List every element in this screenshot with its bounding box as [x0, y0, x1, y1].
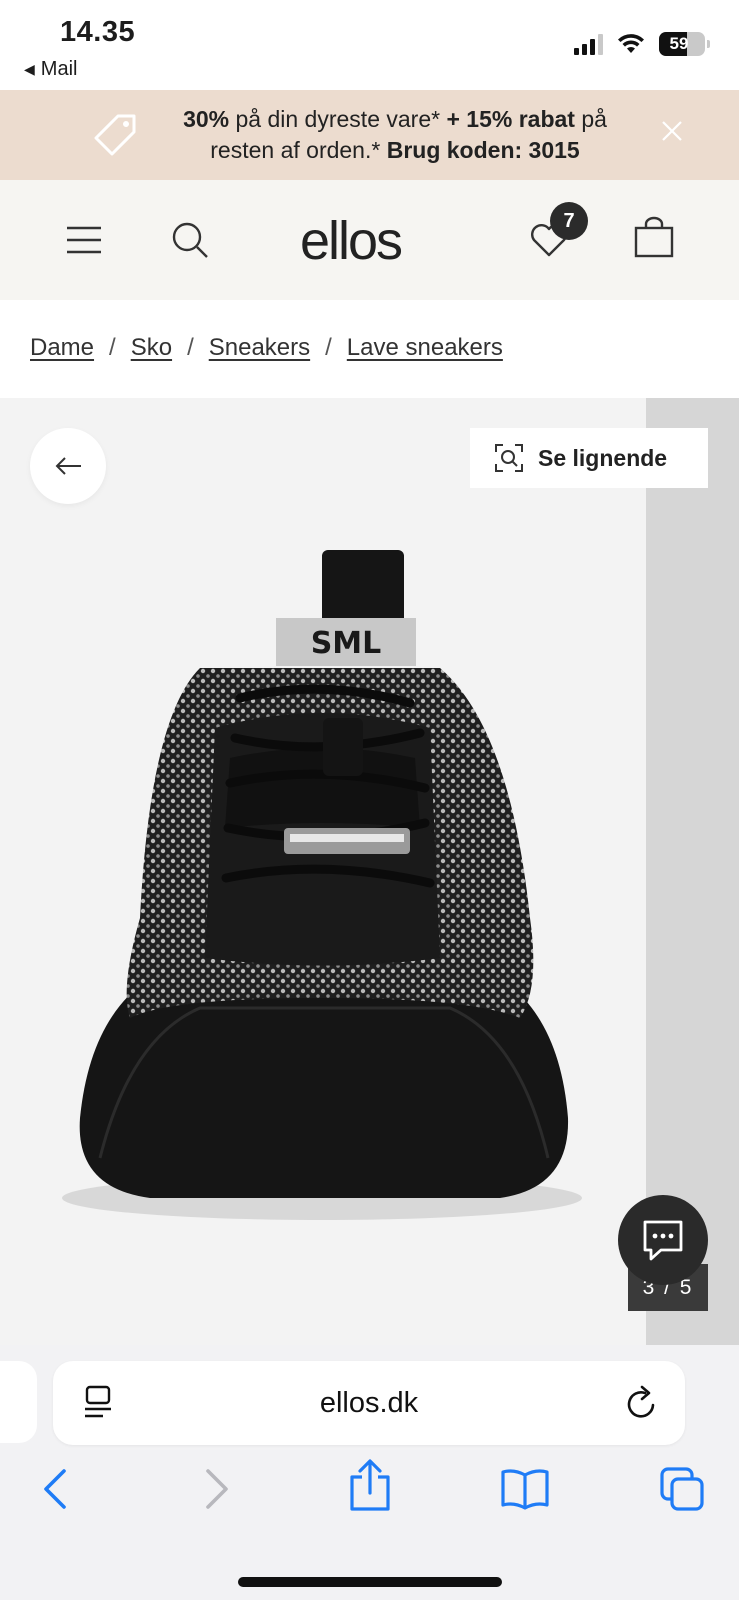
promo-discount-2: + 15% rabat: [440, 106, 575, 132]
breadcrumb-link-lave-sneakers[interactable]: Lave sneakers: [347, 334, 503, 362]
promo-text-1: på din dyreste vare*: [229, 106, 441, 132]
back-icon[interactable]: [40, 1467, 72, 1511]
promo-discount-1: 30%: [183, 106, 230, 132]
breadcrumb-link-sko[interactable]: Sko: [131, 334, 172, 362]
cellular-signal-icon: [574, 33, 603, 55]
svg-text:SML: SML: [311, 626, 382, 661]
status-time: 14.35: [60, 16, 136, 48]
browser-nav-row: [0, 1459, 739, 1527]
site-header: ellos 7: [0, 180, 739, 300]
previous-tab-edge[interactable]: [0, 1361, 37, 1443]
chat-button[interactable]: [618, 1195, 708, 1285]
promo-banner[interactable]: 30% på din dyreste vare* + 15% rabat på …: [0, 90, 739, 180]
url-text: ellos.dk: [319, 1387, 419, 1419]
status-indicators: 59: [574, 32, 710, 56]
sneaker-image: SML: [62, 550, 582, 1220]
tabs-icon[interactable]: [660, 1467, 706, 1513]
share-icon[interactable]: [348, 1459, 392, 1511]
battery-level: 59: [669, 34, 689, 53]
ellos-logo[interactable]: ellos: [300, 210, 403, 272]
product-image[interactable]: SML: [0, 398, 646, 1345]
product-image-gallery[interactable]: SML Se lignende 3 / 5: [0, 398, 739, 1345]
forward-icon[interactable]: [200, 1467, 232, 1511]
arrow-left-icon: [55, 457, 81, 475]
reload-icon[interactable]: [625, 1385, 659, 1421]
visual-search-icon: [495, 444, 523, 472]
see-similar-button[interactable]: Se lignende: [470, 428, 708, 488]
back-app-label: Mail: [40, 58, 78, 80]
wishlist-count-badge: 7: [550, 202, 588, 240]
close-icon[interactable]: [661, 120, 683, 142]
gallery-back-button[interactable]: [30, 428, 106, 504]
wifi-icon: [618, 34, 644, 53]
see-similar-label: Se lignende: [538, 444, 668, 471]
breadcrumb-link-sneakers[interactable]: Sneakers: [209, 334, 310, 362]
promo-text: 30% på din dyreste vare* + 15% rabat på …: [150, 104, 640, 166]
status-bar: 14.35 ◀ Mail 59: [0, 0, 739, 90]
breadcrumb: Dame / Sko / Sneakers / Lave sneakers: [30, 334, 503, 362]
shopping-bag-icon[interactable]: [634, 216, 674, 258]
browser-toolbar: ellos.dk: [0, 1345, 739, 1600]
menu-icon[interactable]: [66, 220, 102, 260]
search-icon[interactable]: [170, 220, 210, 260]
battery-icon: 59: [659, 32, 710, 56]
breadcrumb-separator: /: [187, 334, 194, 361]
tag-icon: [94, 114, 136, 156]
breadcrumb-link-dame[interactable]: Dame: [30, 334, 94, 362]
back-to-app-link[interactable]: ◀ Mail: [24, 58, 77, 81]
breadcrumb-separator: /: [325, 334, 332, 361]
back-triangle-icon: ◀: [24, 61, 35, 77]
promo-code: Brug koden: 3015: [380, 137, 580, 163]
chat-bubble-icon: [643, 1220, 683, 1261]
breadcrumb-separator: /: [109, 334, 116, 361]
address-bar[interactable]: ellos.dk: [53, 1361, 685, 1445]
bookmarks-icon[interactable]: [500, 1467, 550, 1511]
home-indicator[interactable]: [238, 1577, 502, 1587]
